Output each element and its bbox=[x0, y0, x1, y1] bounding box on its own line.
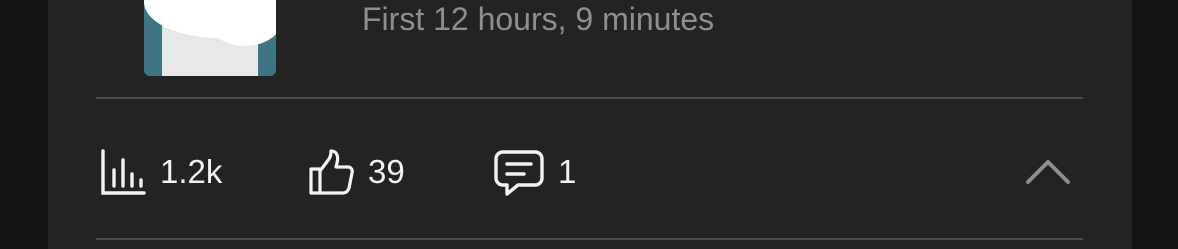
comment-icon bbox=[494, 150, 544, 196]
divider-bottom bbox=[96, 238, 1083, 240]
post-stats-card: First 12 hours, 9 minutes 1.2k 39 1 bbox=[48, 0, 1132, 249]
bar-chart-icon bbox=[101, 149, 146, 195]
thumbs-up-icon bbox=[309, 149, 354, 195]
chevron-up-icon bbox=[1026, 160, 1070, 184]
comments-stat[interactable]: 1 bbox=[494, 146, 576, 198]
likes-count: 39 bbox=[368, 153, 405, 190]
views-count: 1.2k bbox=[160, 153, 223, 190]
views-stat[interactable]: 1.2k bbox=[100, 146, 222, 198]
post-thumbnail[interactable] bbox=[144, 0, 276, 76]
comments-count: 1 bbox=[558, 153, 577, 190]
collapse-button[interactable] bbox=[1024, 154, 1072, 190]
divider-top bbox=[96, 97, 1083, 99]
likes-stat[interactable]: 39 bbox=[308, 146, 405, 198]
post-duration-label: First 12 hours, 9 minutes bbox=[362, 1, 715, 37]
